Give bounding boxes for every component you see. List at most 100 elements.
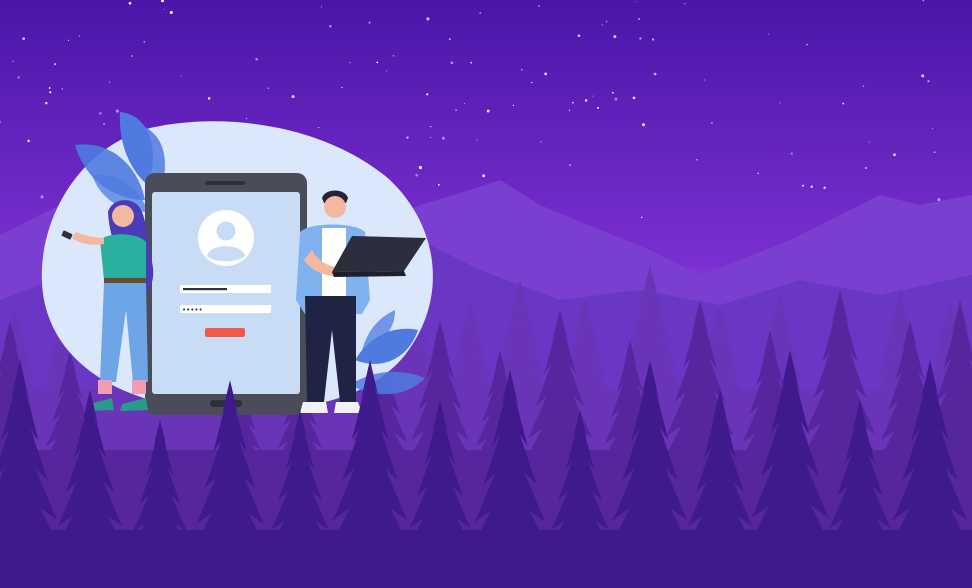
star: [476, 139, 478, 141]
star: [207, 97, 211, 100]
star: [613, 35, 617, 39]
star: [486, 109, 490, 113]
star: [430, 126, 432, 128]
username-field[interactable]: [180, 285, 271, 293]
man-head: [324, 196, 346, 218]
woman-belt: [104, 278, 146, 283]
star: [933, 151, 936, 154]
star: [572, 101, 574, 104]
star: [61, 88, 64, 90]
star: [584, 99, 588, 102]
star: [684, 3, 686, 5]
password-mask: •••••: [182, 306, 203, 314]
star: [78, 35, 81, 37]
scene-canvas: •••••: [0, 0, 972, 588]
star: [544, 72, 548, 76]
star: [482, 174, 486, 178]
star: [823, 186, 826, 189]
star: [291, 95, 295, 99]
star: [711, 122, 713, 124]
woman-top: [100, 234, 146, 280]
star: [163, 8, 165, 10]
login-phone: •••••: [145, 173, 307, 415]
star: [806, 43, 808, 46]
star: [406, 136, 409, 139]
star: [937, 198, 941, 202]
star: [868, 141, 870, 143]
star: [45, 101, 48, 105]
star: [255, 57, 259, 61]
star: [430, 136, 432, 138]
star: [441, 136, 445, 140]
star: [426, 93, 429, 96]
star: [540, 141, 542, 143]
star: [932, 128, 934, 130]
star: [893, 153, 896, 157]
star: [801, 184, 805, 187]
woman-sock-right: [132, 380, 146, 394]
star: [386, 70, 387, 72]
password-field[interactable]: •••••: [180, 305, 271, 314]
star: [341, 86, 343, 89]
star: [426, 17, 430, 21]
star: [12, 60, 14, 62]
star: [455, 109, 458, 112]
star: [418, 166, 422, 170]
star: [810, 185, 814, 189]
star: [568, 109, 571, 111]
star: [779, 102, 781, 104]
user-avatar-icon: [198, 210, 254, 266]
star: [512, 104, 515, 107]
star: [448, 38, 451, 41]
star: [464, 103, 466, 105]
login-illustration-scene: •••••: [0, 0, 972, 588]
star: [108, 81, 111, 83]
star: [115, 109, 119, 113]
star: [862, 85, 865, 87]
star: [131, 55, 134, 57]
star: [49, 91, 52, 94]
star: [605, 20, 608, 23]
star: [470, 61, 473, 64]
star: [637, 18, 641, 21]
star: [531, 81, 533, 84]
star: [392, 54, 395, 57]
login-button[interactable]: [205, 328, 245, 337]
star: [592, 95, 594, 97]
star: [704, 79, 706, 81]
star: [318, 127, 320, 129]
woman-head: [112, 205, 134, 227]
woman-sock-left: [98, 380, 112, 394]
star: [642, 123, 645, 127]
star: [368, 21, 371, 24]
star: [927, 80, 930, 83]
star: [639, 37, 642, 40]
star: [696, 159, 698, 161]
star: [437, 183, 440, 186]
star: [99, 112, 102, 115]
star: [864, 167, 867, 169]
star: [538, 5, 540, 7]
star: [376, 61, 379, 64]
star: [479, 12, 482, 14]
star: [635, 1, 637, 3]
star: [614, 97, 618, 101]
star: [611, 91, 614, 94]
star: [596, 106, 600, 109]
star: [632, 96, 636, 100]
star: [128, 1, 132, 5]
star: [320, 6, 322, 8]
star: [568, 164, 572, 167]
star: [245, 117, 247, 120]
star: [349, 61, 351, 64]
star: [103, 123, 106, 126]
star: [27, 139, 30, 143]
star: [143, 41, 146, 43]
star: [267, 87, 270, 90]
star: [22, 37, 25, 40]
star: [67, 39, 70, 42]
star: [757, 172, 759, 175]
star: [921, 74, 925, 78]
star: [54, 63, 57, 66]
star: [790, 152, 793, 155]
